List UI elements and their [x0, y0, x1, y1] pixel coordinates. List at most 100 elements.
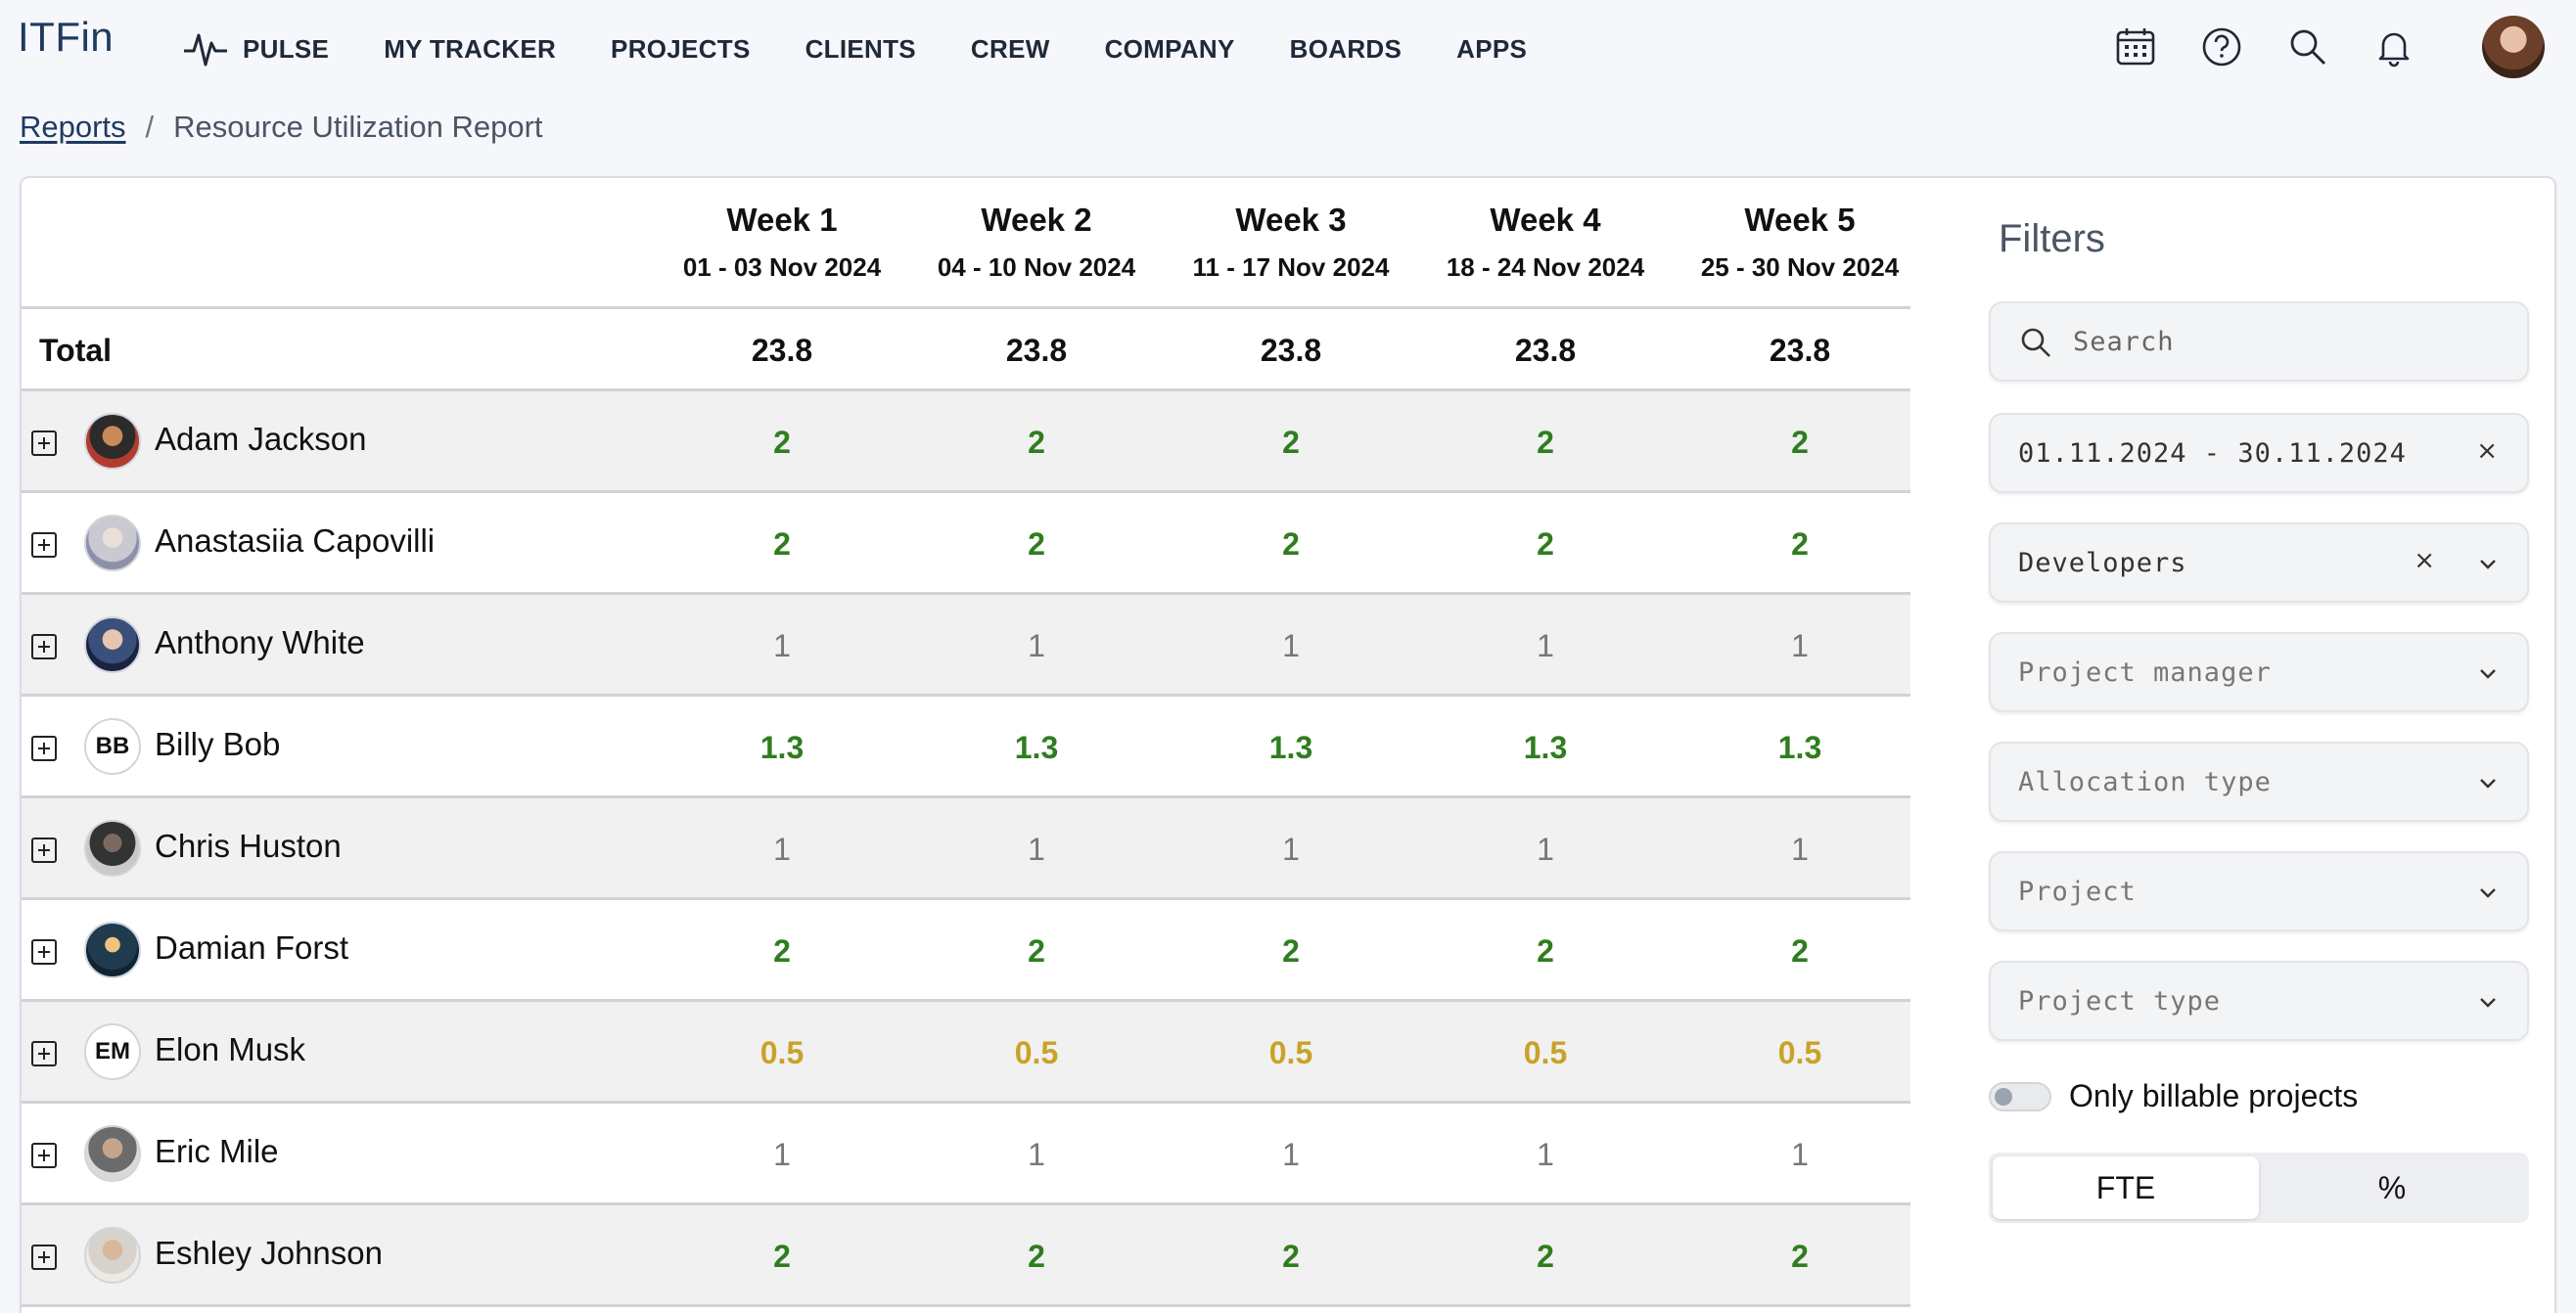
- utilization-value: 2: [773, 933, 791, 969]
- utilization-value: 1: [1791, 832, 1809, 867]
- employee-name[interactable]: Damian Forst: [155, 929, 348, 967]
- expand-row-icon[interactable]: [31, 430, 57, 456]
- nav-item-boards[interactable]: BOARDS: [1290, 34, 1402, 65]
- week-header: Week 2 04 - 10 Nov 2024: [909, 202, 1164, 283]
- utilization-value: 1.3: [1268, 730, 1313, 765]
- mode-fte-button[interactable]: FTE: [1993, 1156, 2259, 1219]
- date-range-field[interactable]: 01.11.2024 - 30.11.2024 ×: [1989, 413, 2529, 493]
- employee-name[interactable]: Eric Mile: [155, 1133, 279, 1170]
- breadcrumb-reports-link[interactable]: Reports: [20, 110, 126, 145]
- employee-name[interactable]: Adam Jackson: [155, 421, 366, 458]
- avatar: EM: [84, 1023, 141, 1080]
- table-row: BB Billy Bob 1.3 1.3 1.3 1.3 1.3: [22, 697, 1910, 798]
- bell-icon[interactable]: [2372, 25, 2415, 68]
- breadcrumb: Reports / Resource Utilization Report: [20, 110, 543, 145]
- expand-row-icon[interactable]: [31, 736, 57, 761]
- nav-label: PROJECTS: [611, 33, 751, 64]
- total-value: 23.8: [751, 333, 813, 368]
- expand-row-icon[interactable]: [31, 1143, 57, 1168]
- week-title: Week 3: [1235, 202, 1347, 238]
- utilization-value: 2: [1028, 425, 1045, 460]
- utilization-value: 1: [1028, 832, 1045, 867]
- billable-label: Only billable projects: [2069, 1078, 2359, 1113]
- nav-item-crew[interactable]: CREW: [971, 34, 1050, 65]
- nav-item-company[interactable]: COMPANY: [1105, 34, 1235, 65]
- total-value: 23.8: [1769, 333, 1831, 368]
- utilization-value: 2: [1537, 933, 1554, 969]
- chevron-down-icon: [2480, 888, 2496, 898]
- week-title: Week 4: [1490, 202, 1601, 238]
- clear-department-icon[interactable]: ×: [2414, 546, 2435, 575]
- avatar: BB: [84, 718, 141, 775]
- nav-item-my-tracker[interactable]: MY TRACKER: [384, 34, 556, 65]
- filter-search-input[interactable]: Search: [1989, 301, 2529, 382]
- calendar-icon[interactable]: [2114, 25, 2157, 68]
- help-icon[interactable]: [2200, 25, 2243, 68]
- week-header: Week 3 11 - 17 Nov 2024: [1164, 202, 1418, 283]
- nav-item-pulse[interactable]: PULSE: [182, 29, 329, 68]
- utilization-value: 0.5: [759, 1035, 805, 1070]
- chevron-down-icon: [2480, 779, 2496, 789]
- week-header: Week 4 18 - 24 Nov 2024: [1418, 202, 1673, 283]
- table-row: Eric Mile 1 1 1 1 1: [22, 1104, 1910, 1205]
- table-row: EM Elon Musk 0.5 0.5 0.5 0.5 0.5: [22, 1002, 1910, 1104]
- breadcrumb-current: Resource Utilization Report: [173, 110, 543, 144]
- expand-row-icon[interactable]: [31, 838, 57, 863]
- total-value: 23.8: [1514, 333, 1577, 368]
- expand-row-icon[interactable]: [31, 939, 57, 965]
- nav-item-projects[interactable]: PROJECTS: [611, 34, 751, 65]
- total-value: 23.8: [1005, 333, 1068, 368]
- chevron-down-icon[interactable]: [2476, 552, 2500, 575]
- utilization-value: 1: [1282, 832, 1300, 867]
- utilization-value: 2: [1282, 933, 1300, 969]
- main-nav: PULSE MY TRACKER PROJECTS CLIENTS CREW C…: [182, 0, 1582, 98]
- employee-name[interactable]: Eshley Johnson: [155, 1235, 383, 1272]
- table-row: Anastasiia Capovilli 2 2 2 2 2: [22, 493, 1910, 595]
- utilization-value: 2: [1282, 1239, 1300, 1274]
- mode-percent-button[interactable]: %: [2259, 1156, 2525, 1219]
- utilization-value: 2: [1282, 526, 1300, 562]
- project-type-select[interactable]: Project type: [1989, 961, 2529, 1041]
- nav-item-apps[interactable]: APPS: [1456, 34, 1527, 65]
- week-header: Week 5 25 - 30 Nov 2024: [1673, 202, 1927, 283]
- week-range: 01 - 03 Nov 2024: [682, 252, 882, 282]
- employee-name[interactable]: Anthony White: [155, 624, 365, 661]
- billable-toggle-row: Only billable projects: [1989, 1078, 2358, 1114]
- report-panel: Week 1 01 - 03 Nov 2024 Week 2 04 - 10 N…: [20, 176, 2556, 1313]
- utilization-value: 1: [1537, 628, 1554, 663]
- app-logo[interactable]: ITFin: [18, 14, 114, 61]
- utilization-value: 2: [1791, 1239, 1809, 1274]
- employee-name[interactable]: Billy Bob: [155, 726, 280, 763]
- expand-row-icon[interactable]: [31, 1245, 57, 1270]
- utilization-value: 1: [1028, 628, 1045, 663]
- utilization-value: 0.5: [1777, 1035, 1822, 1070]
- utilization-table: Week 1 01 - 03 Nov 2024 Week 2 04 - 10 N…: [22, 178, 1910, 1307]
- nav-label: APPS: [1456, 33, 1528, 64]
- employee-name[interactable]: Anastasiia Capovilli: [155, 522, 435, 560]
- filters-title: Filters: [1999, 217, 2105, 260]
- top-navbar: ITFin PULSE MY TRACKER PROJECTS CLIENTS …: [0, 0, 2576, 98]
- nav-label: MY TRACKER: [384, 33, 557, 64]
- utilization-value: 0.5: [1268, 1035, 1313, 1070]
- expand-row-icon[interactable]: [31, 532, 57, 558]
- nav-label: CLIENTS: [805, 33, 916, 64]
- nav-label: PULSE: [243, 33, 330, 64]
- total-value: 23.8: [1260, 333, 1322, 368]
- department-value: Developers: [2018, 548, 2187, 578]
- clear-date-icon[interactable]: ×: [2476, 436, 2498, 466]
- expand-row-icon[interactable]: [31, 634, 57, 659]
- search-icon[interactable]: [2286, 25, 2329, 68]
- billable-toggle[interactable]: [1989, 1081, 2051, 1111]
- table-row: Adam Jackson 2 2 2 2 2: [22, 391, 1910, 493]
- pulse-icon: [184, 33, 227, 67]
- search-icon: [2021, 328, 2050, 357]
- employee-name[interactable]: Elon Musk: [155, 1031, 305, 1068]
- department-select[interactable]: Developers ×: [1989, 522, 2529, 603]
- allocation-type-select[interactable]: Allocation type: [1989, 742, 2529, 822]
- nav-item-clients[interactable]: CLIENTS: [805, 34, 916, 65]
- project-select[interactable]: Project: [1989, 851, 2529, 931]
- user-avatar[interactable]: [2482, 16, 2545, 78]
- project-manager-select[interactable]: Project manager: [1989, 632, 2529, 712]
- employee-name[interactable]: Chris Huston: [155, 828, 342, 865]
- expand-row-icon[interactable]: [31, 1041, 57, 1066]
